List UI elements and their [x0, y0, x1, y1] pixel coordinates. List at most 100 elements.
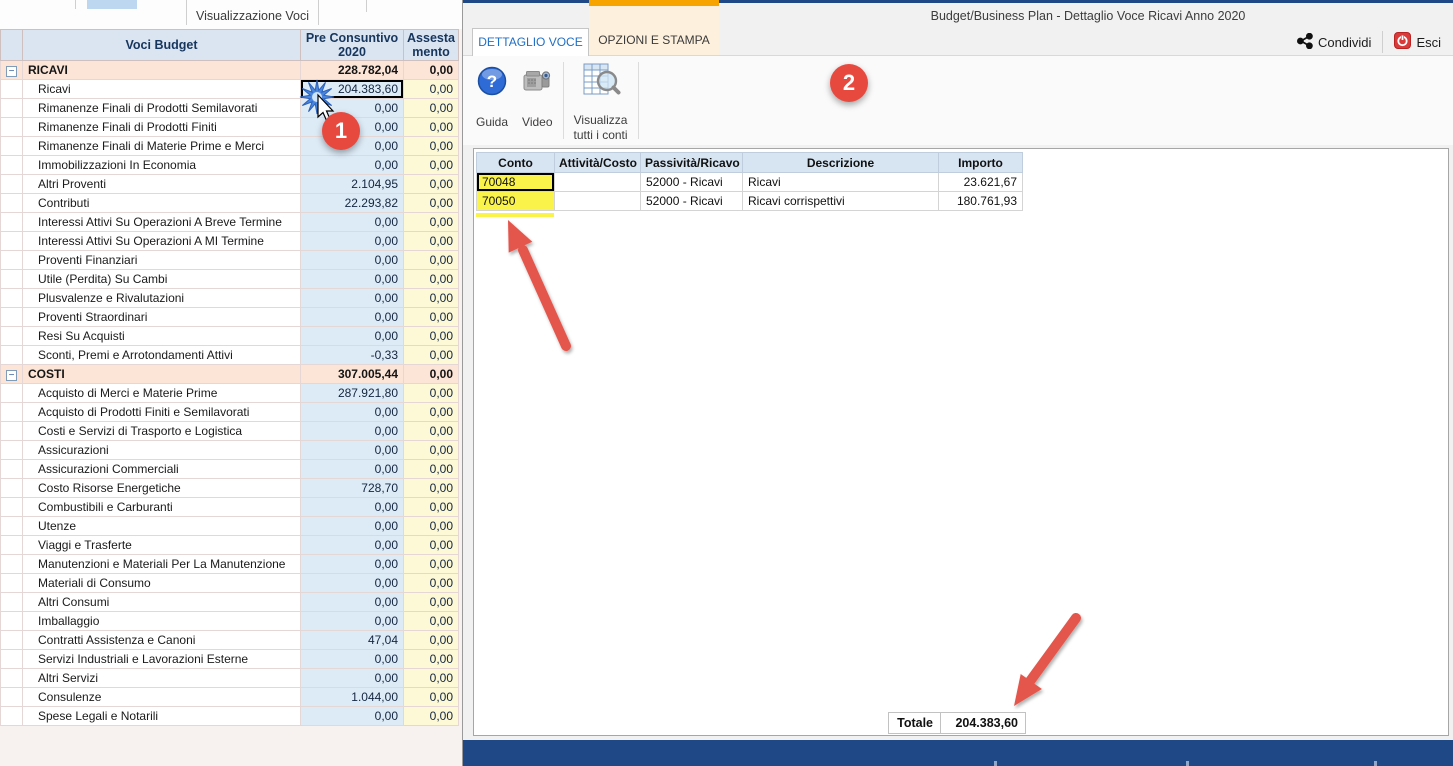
- condividi-button[interactable]: Condividi: [1297, 33, 1371, 52]
- pre-consuntivo-cell[interactable]: 0,00: [301, 213, 404, 232]
- assestamento-cell[interactable]: 0,00: [404, 346, 459, 365]
- visualizza-tutti-i-conti-button[interactable]: Visualizza tutti i conti: [567, 56, 635, 145]
- budget-row-label[interactable]: Plusvalenze e Rivalutazioni: [23, 289, 301, 308]
- pre-consuntivo-cell[interactable]: 0,00: [301, 289, 404, 308]
- assestamento-cell[interactable]: 0,00: [404, 631, 459, 650]
- assestamento-cell[interactable]: 0,00: [404, 289, 459, 308]
- descrizione-cell[interactable]: Ricavi: [743, 173, 939, 192]
- budget-row-label[interactable]: Combustibili e Carburanti: [23, 498, 301, 517]
- pre-consuntivo-cell[interactable]: 0,00: [301, 612, 404, 631]
- assestamento-cell[interactable]: 0,00: [404, 232, 459, 251]
- esci-button[interactable]: Esci: [1394, 32, 1441, 52]
- budget-row-label[interactable]: COSTI: [23, 365, 301, 384]
- pre-consuntivo-cell[interactable]: 0,00: [301, 270, 404, 289]
- budget-row-label[interactable]: Proventi Straordinari: [23, 308, 301, 327]
- pre-consuntivo-cell[interactable]: 307.005,44: [301, 365, 404, 384]
- assestamento-cell[interactable]: 0,00: [404, 270, 459, 289]
- tab-visualizzazione-voci[interactable]: Visualizzazione Voci: [187, 0, 318, 26]
- assestamento-cell[interactable]: 0,00: [404, 384, 459, 403]
- budget-row-label[interactable]: Ricavi: [23, 80, 301, 99]
- budget-row-label[interactable]: Rimanenze Finali di Prodotti Semilavorat…: [23, 99, 301, 118]
- conto-cell[interactable]: 70050: [477, 192, 555, 211]
- pre-consuntivo-cell[interactable]: -0,33: [301, 346, 404, 365]
- budget-row-label[interactable]: Materiali di Consumo: [23, 574, 301, 593]
- pre-consuntivo-cell[interactable]: 0,00: [301, 403, 404, 422]
- budget-row-label[interactable]: Altri Servizi: [23, 669, 301, 688]
- assestamento-cell[interactable]: 0,00: [404, 308, 459, 327]
- pre-consuntivo-cell[interactable]: 0,00: [301, 251, 404, 270]
- pre-consuntivo-cell[interactable]: 0,00: [301, 308, 404, 327]
- video-button[interactable]: Video: [515, 56, 559, 145]
- budget-row-label[interactable]: Rimanenze Finali di Prodotti Finiti: [23, 118, 301, 137]
- assestamento-cell[interactable]: 0,00: [404, 650, 459, 669]
- budget-row-label[interactable]: Viaggi e Trasferte: [23, 536, 301, 555]
- budget-row-label[interactable]: Assicurazioni: [23, 441, 301, 460]
- budget-row-label[interactable]: RICAVI: [23, 61, 301, 80]
- budget-row-label[interactable]: Interessi Attivi Su Operazioni A MI Term…: [23, 232, 301, 251]
- pre-consuntivo-cell[interactable]: 47,04: [301, 631, 404, 650]
- pre-consuntivo-cell[interactable]: 0,00: [301, 232, 404, 251]
- row-toggle-cell[interactable]: −: [1, 61, 23, 80]
- assestamento-cell[interactable]: 0,00: [404, 669, 459, 688]
- assestamento-cell[interactable]: 0,00: [404, 251, 459, 270]
- assestamento-cell[interactable]: 0,00: [404, 80, 459, 99]
- budget-row-label[interactable]: Rimanenze Finali di Materie Prime e Merc…: [23, 137, 301, 156]
- descrizione-cell[interactable]: Ricavi corrispettivi: [743, 192, 939, 211]
- budget-row-label[interactable]: Contratti Assistenza e Canoni: [23, 631, 301, 650]
- assestamento-cell[interactable]: 0,00: [404, 175, 459, 194]
- budget-row-label[interactable]: Resi Su Acquisti: [23, 327, 301, 346]
- pre-consuntivo-cell[interactable]: 287.921,80: [301, 384, 404, 403]
- pre-consuntivo-cell[interactable]: 728,70: [301, 479, 404, 498]
- pre-consuntivo-cell[interactable]: 0,00: [301, 441, 404, 460]
- assestamento-cell[interactable]: 0,00: [404, 479, 459, 498]
- assestamento-cell[interactable]: 0,00: [404, 612, 459, 631]
- guida-button[interactable]: ? Guida: [469, 56, 515, 145]
- assestamento-cell[interactable]: 0,00: [404, 213, 459, 232]
- budget-row-label[interactable]: Immobilizzazioni In Economia: [23, 156, 301, 175]
- budget-row-label[interactable]: Consulenze: [23, 688, 301, 707]
- budget-row-label[interactable]: Utenze: [23, 517, 301, 536]
- budget-row-label[interactable]: Spese Legali e Notarili: [23, 707, 301, 726]
- pre-consuntivo-cell[interactable]: 0,00: [301, 517, 404, 536]
- budget-row-label[interactable]: Costo Risorse Energetiche: [23, 479, 301, 498]
- selected-conto-cell[interactable]: 70048: [477, 173, 555, 192]
- assestamento-cell[interactable]: 0,00: [404, 403, 459, 422]
- budget-row-label[interactable]: Proventi Finanziari: [23, 251, 301, 270]
- assestamento-cell[interactable]: 0,00: [404, 688, 459, 707]
- assestamento-cell[interactable]: 0,00: [404, 99, 459, 118]
- assestamento-cell[interactable]: 0,00: [404, 118, 459, 137]
- passivita-ricavo-cell[interactable]: 52000 - Ricavi: [641, 192, 743, 211]
- budget-row-label[interactable]: Acquisto di Merci e Materie Prime: [23, 384, 301, 403]
- pre-consuntivo-cell[interactable]: 0,00: [301, 574, 404, 593]
- assestamento-cell[interactable]: 0,00: [404, 517, 459, 536]
- pre-consuntivo-cell[interactable]: 0,00: [301, 536, 404, 555]
- collapse-minus-icon[interactable]: −: [6, 66, 17, 77]
- passivita-ricavo-cell[interactable]: 52000 - Ricavi: [641, 173, 743, 192]
- assestamento-cell[interactable]: 0,00: [404, 365, 459, 384]
- assestamento-cell[interactable]: 0,00: [404, 422, 459, 441]
- pre-consuntivo-cell[interactable]: 0,00: [301, 707, 404, 726]
- budget-row-label[interactable]: Altri Proventi: [23, 175, 301, 194]
- budget-row-label[interactable]: Sconti, Premi e Arrotondamenti Attivi: [23, 346, 301, 365]
- assestamento-cell[interactable]: 0,00: [404, 707, 459, 726]
- assestamento-cell[interactable]: 0,00: [404, 61, 459, 80]
- budget-row-label[interactable]: Manutenzioni e Materiali Per La Manutenz…: [23, 555, 301, 574]
- assestamento-cell[interactable]: 0,00: [404, 555, 459, 574]
- pre-consuntivo-cell[interactable]: 0,00: [301, 498, 404, 517]
- budget-row-label[interactable]: Costi e Servizi di Trasporto e Logistica: [23, 422, 301, 441]
- tab-opzioni-e-stampa[interactable]: OPZIONI E STAMPA: [589, 0, 719, 55]
- budget-row-label[interactable]: Interessi Attivi Su Operazioni A Breve T…: [23, 213, 301, 232]
- pre-consuntivo-cell[interactable]: 0,00: [301, 156, 404, 175]
- assestamento-cell[interactable]: 0,00: [404, 574, 459, 593]
- budget-row-label[interactable]: Imballaggio: [23, 612, 301, 631]
- attivita-costo-cell[interactable]: [555, 173, 641, 192]
- importo-cell[interactable]: 23.621,67: [939, 173, 1023, 192]
- budget-row-label[interactable]: Contributi: [23, 194, 301, 213]
- attivita-costo-cell[interactable]: [555, 192, 641, 211]
- pre-consuntivo-cell[interactable]: 0,00: [301, 422, 404, 441]
- pre-consuntivo-cell[interactable]: 2.104,95: [301, 175, 404, 194]
- assestamento-cell[interactable]: 0,00: [404, 536, 459, 555]
- pre-consuntivo-cell[interactable]: 0,00: [301, 327, 404, 346]
- assestamento-cell[interactable]: 0,00: [404, 194, 459, 213]
- pre-consuntivo-cell[interactable]: 0,00: [301, 460, 404, 479]
